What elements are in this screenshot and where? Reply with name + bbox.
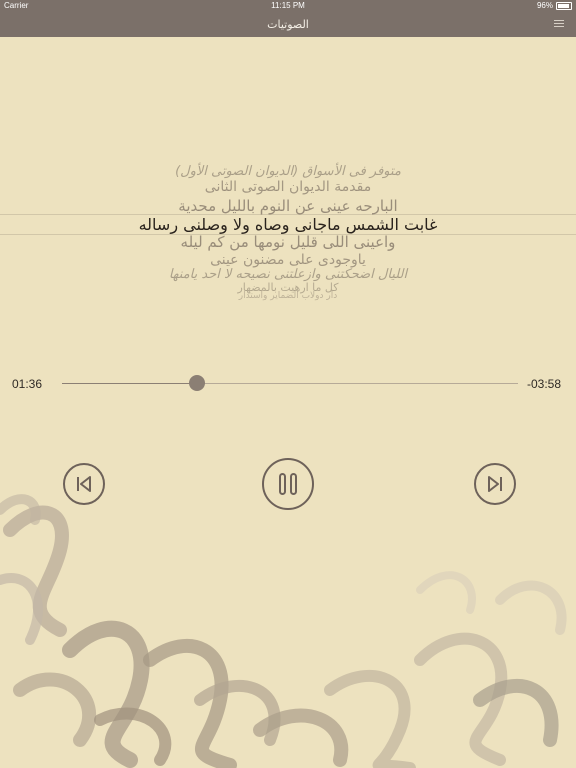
page-title: الصوتيات: [267, 18, 309, 31]
battery-percent: 96%: [536, 1, 553, 10]
next-track-button[interactable]: [474, 463, 516, 505]
hamburger-menu-icon[interactable]: [554, 20, 564, 28]
previous-track-button[interactable]: [63, 463, 105, 505]
battery-indicator: 96%: [537, 0, 572, 12]
lyric-line-current[interactable]: غابت الشمس ماجانى وصاه ولا وصلنى رساله: [0, 215, 576, 234]
lyric-line[interactable]: الليال اضحكتنى وازعلتنى نصيحه لا احد يام…: [0, 267, 576, 282]
status-time: 11:15 PM: [271, 1, 305, 10]
lyrics-list[interactable]: متوفر فى الأسواق (الديوان الصوتى الأول) م…: [0, 160, 576, 305]
skip-previous-icon: [77, 476, 91, 492]
lyric-line[interactable]: البارحه عينى عن النوم بالليل محدية: [0, 197, 576, 215]
elapsed-time: 01:36: [12, 377, 43, 391]
skip-next-icon: [488, 476, 502, 492]
nav-bar: الصوتيات: [0, 12, 576, 37]
lyric-line[interactable]: متوفر فى الأسواق (الديوان الصوتى الأول): [0, 164, 576, 179]
progress-thumb[interactable]: [188, 375, 205, 391]
battery-icon: [556, 2, 572, 10]
lyric-line[interactable]: ياوجودى على مضنون عينى: [0, 252, 576, 268]
lyric-line[interactable]: واعينى اللى قليل نومها من كم ليله: [0, 233, 576, 251]
calligraphy-decoration: [0, 494, 567, 768]
pause-button[interactable]: [262, 458, 314, 510]
progress-fill: [62, 383, 197, 384]
remaining-time: -03:58: [526, 377, 561, 391]
lyric-line[interactable]: دار دولاب الضماير واستدار: [0, 291, 576, 301]
pause-icon: [279, 473, 297, 495]
status-bar: Carrier 11:15 PM 96%: [0, 0, 576, 12]
lyric-line[interactable]: مقدمة الديوان الصوتى الثانى: [0, 179, 576, 195]
